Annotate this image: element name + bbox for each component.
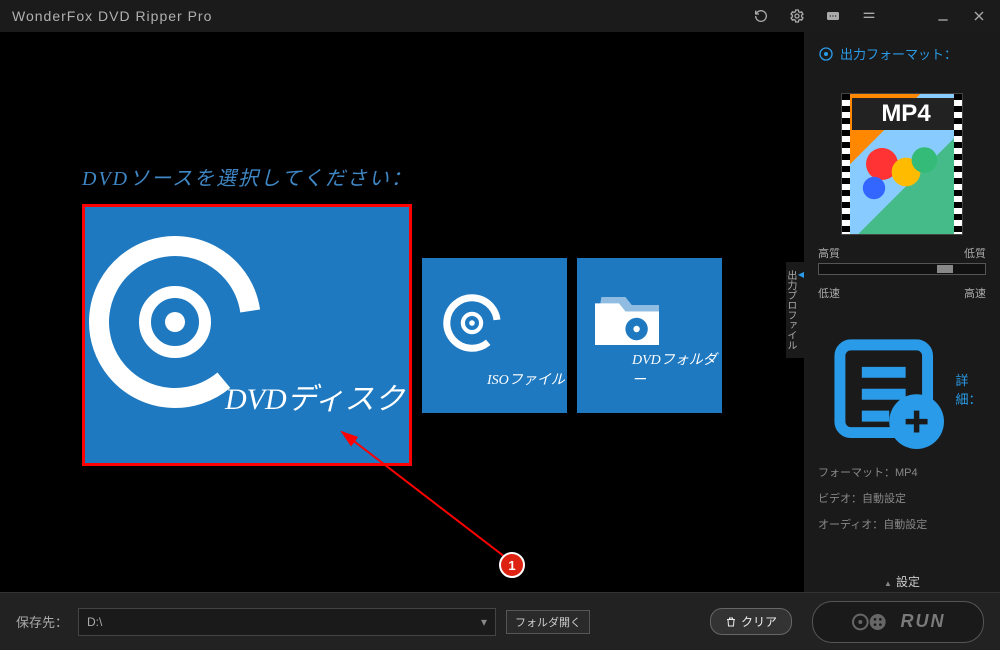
quality-high-label: 高質 (818, 245, 840, 261)
minimize-icon[interactable] (934, 7, 952, 25)
quality-slider[interactable] (818, 263, 986, 275)
close-icon[interactable] (970, 7, 988, 25)
open-folder-button[interactable]: フォルダ開く (506, 610, 590, 634)
refresh-icon[interactable] (752, 7, 770, 25)
audio-detail: オーディオ：自動設定 (818, 516, 986, 532)
settings-tab[interactable]: 設定 (818, 571, 986, 592)
annotation-badge: 1 (499, 552, 525, 578)
format-detail: フォーマット：MP4 (818, 464, 986, 480)
quality-low-label: 低質 (964, 245, 986, 261)
output-format-header: 出力フォーマット： (818, 44, 986, 63)
format-badge: MP4 (852, 98, 960, 130)
iso-file-label: ISOファイル (487, 369, 565, 389)
gear-icon[interactable] (788, 7, 806, 25)
app-title: WonderFox DVD Ripper Pro (12, 8, 212, 24)
iso-file-button[interactable]: ISOファイル (422, 258, 567, 413)
clear-button[interactable]: クリア (710, 608, 792, 635)
output-profile-tab[interactable]: 出力プロファイル (786, 262, 804, 358)
run-button[interactable]: RUN (812, 601, 984, 643)
dvd-folder-label: DVDフォルダー (632, 349, 722, 389)
details-header: 詳細： (818, 323, 986, 454)
source-prompt: DVDソースを選択してください： (82, 162, 413, 191)
video-detail: ビデオ：自動設定 (818, 490, 986, 506)
speed-low-label: 低速 (818, 285, 840, 301)
message-icon[interactable] (824, 7, 842, 25)
speed-high-label: 高速 (964, 285, 986, 301)
menu-icon[interactable] (860, 7, 878, 25)
dvd-folder-button[interactable]: DVDフォルダー (577, 258, 722, 413)
output-format-thumbnail[interactable]: MP4 (841, 93, 963, 235)
save-path-select[interactable]: D:\▾ (78, 608, 496, 636)
dvd-disc-label: DVDディスク (225, 374, 405, 418)
save-to-label: 保存先： (16, 612, 68, 631)
dvd-disc-button[interactable]: DVDディスク (82, 204, 412, 466)
